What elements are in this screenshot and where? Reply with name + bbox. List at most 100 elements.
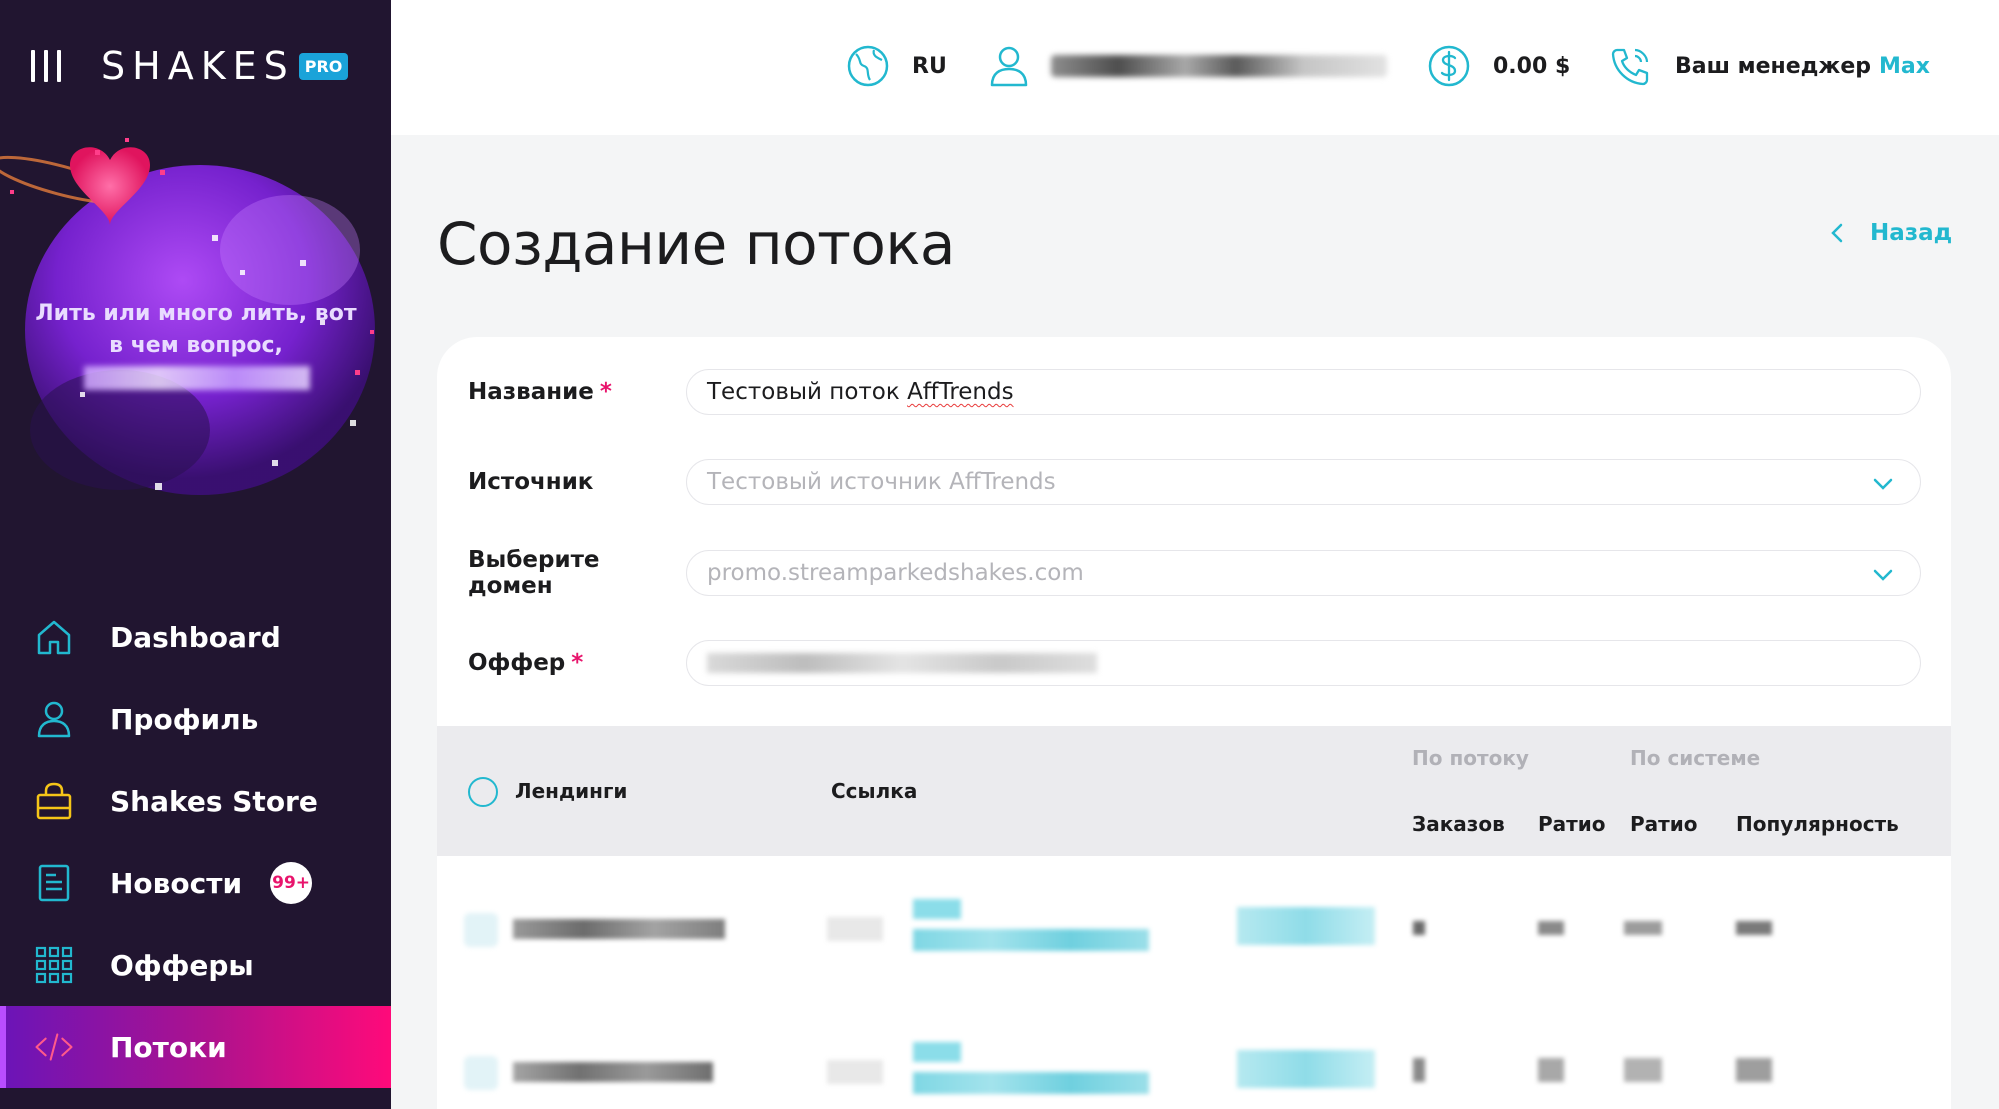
col-ratio-system[interactable]: Ратио [1630, 812, 1698, 836]
col-ratio-stream[interactable]: Ратио [1538, 812, 1606, 836]
balance-display[interactable]: 0.00 $ [1427, 44, 1570, 88]
row-ratio-redacted [1538, 1058, 1564, 1082]
top-header: RU 0.00 $ Ваш менеджер Max [391, 0, 1999, 135]
row-icons-redacted [827, 917, 883, 941]
form-row-offer: Оффер * [468, 640, 1921, 686]
row-checkbox-redacted[interactable] [464, 913, 498, 947]
menu-toggle-icon[interactable] [31, 50, 61, 82]
offer-label: Оффер * [468, 650, 584, 676]
name-label: Название * [468, 379, 612, 405]
row-link-redacted [913, 1042, 961, 1062]
row-checkbox-redacted[interactable] [464, 1056, 498, 1090]
promo-text: Лить или много лить, вот в чем вопрос, [35, 301, 357, 358]
row-ratio-redacted [1624, 1058, 1662, 1082]
required-mark: * [599, 379, 612, 405]
logo-pro-badge: PRO [298, 52, 349, 80]
sidebar-item-streams[interactable]: Потоки [0, 1006, 391, 1088]
table-row[interactable] [437, 899, 1951, 959]
manager-contact[interactable]: Ваш менеджер Max [1609, 44, 1930, 88]
col-landings: Лендинги [515, 779, 628, 803]
manager-name[interactable]: Max [1879, 54, 1930, 79]
sidebar-item-news[interactable]: Новости 99+ [0, 842, 391, 924]
domain-label: Выберите домен [468, 547, 600, 599]
page-title: Создание потока [437, 210, 955, 278]
group-by-system: По системе [1630, 746, 1761, 770]
sidebar-item-label: Профиль [110, 702, 259, 736]
user-name-redacted [1051, 55, 1387, 77]
spellcheck-word: AffTrends [907, 379, 1014, 405]
sidebar-item-label: Потоки [110, 1030, 227, 1064]
source-select-placeholder: Тестовый источник AffTrends [707, 469, 1056, 495]
row-name-redacted [513, 1062, 713, 1082]
group-by-stream: По потоку [1412, 746, 1529, 770]
language-label: RU [912, 53, 947, 79]
form-row-source: Источник Тестовый источник AffTrends [468, 459, 1921, 505]
sidebar-nav: Dashboard Профиль Shakes Store Новости 9… [0, 596, 391, 1088]
form-row-domain: Выберите домен promo.streamparkedshakes.… [468, 547, 1921, 599]
row-ratio-redacted [1538, 921, 1564, 935]
chevron-left-icon [1831, 223, 1843, 243]
sidebar-item-label: Офферы [110, 948, 254, 982]
promo-redacted-text [84, 366, 310, 390]
news-count-badge: 99+ [270, 862, 313, 904]
row-link-redacted[interactable] [913, 1072, 1149, 1094]
row-button-redacted[interactable] [1237, 907, 1375, 945]
select-all-landings-radio[interactable] [468, 777, 498, 807]
user-menu[interactable] [989, 44, 1387, 88]
stream-form-card: Название * Тестовый поток AffTrends Источ… [437, 337, 1951, 1109]
sidebar-item-dashboard[interactable]: Dashboard [0, 596, 391, 678]
sidebar-item-profile[interactable]: Профиль [0, 678, 391, 760]
news-icon [34, 863, 74, 903]
back-button[interactable]: Назад [1830, 220, 1952, 246]
sidebar-item-offers[interactable]: Офферы [0, 924, 391, 1006]
globe-icon [847, 45, 889, 87]
promo-banner[interactable]: Лить или много лить, вот в чем вопрос, [0, 130, 391, 550]
code-icon [34, 1027, 74, 1067]
back-label: Назад [1870, 220, 1953, 246]
grid-icon [34, 945, 74, 985]
form-row-name: Название * Тестовый поток AffTrends [468, 369, 1921, 415]
home-icon [34, 617, 74, 657]
sidebar-item-shakes-store[interactable]: Shakes Store [0, 760, 391, 842]
dollar-icon [1428, 45, 1470, 87]
row-name-redacted [513, 919, 725, 939]
app-logo[interactable]: SHAKES PRO [101, 44, 349, 88]
row-button-redacted[interactable] [1237, 1050, 1375, 1088]
source-select[interactable]: Тестовый источник AffTrends [686, 459, 1921, 505]
user-icon [990, 46, 1028, 87]
offer-value-redacted [707, 653, 1097, 673]
sidebar: SHAKES PRO Лить или много лить, вот в че… [0, 0, 391, 1109]
col-orders[interactable]: Заказов [1412, 812, 1505, 836]
logo-text: SHAKES [101, 44, 295, 88]
landings-table-header: Лендинги Ссылка По потоку По системе Зак… [437, 726, 1951, 856]
row-orders-redacted [1413, 1058, 1425, 1082]
row-link-redacted [913, 899, 961, 919]
row-ratio-redacted [1624, 921, 1662, 935]
sidebar-item-label: Dashboard [110, 620, 281, 654]
balance-value: 0.00 $ [1493, 53, 1571, 79]
source-label: Источник [468, 469, 594, 495]
phone-icon [1611, 48, 1649, 86]
row-orders-redacted [1413, 921, 1425, 935]
sidebar-item-label: Shakes Store [110, 784, 318, 818]
manager-label: Ваш менеджер [1675, 53, 1871, 79]
required-mark: * [571, 650, 584, 676]
chevron-down-icon [1873, 569, 1893, 581]
sidebar-item-label: Новости [110, 866, 243, 900]
shopping-bag-icon [34, 781, 74, 821]
domain-select[interactable]: promo.streamparkedshakes.com [686, 550, 1921, 596]
user-icon [34, 699, 74, 739]
col-link: Ссылка [831, 779, 918, 803]
chevron-down-icon [1873, 478, 1893, 490]
row-popularity-redacted [1736, 1058, 1772, 1082]
col-popularity[interactable]: Популярность [1736, 812, 1899, 836]
row-popularity-redacted [1736, 921, 1772, 935]
language-switcher[interactable]: RU [846, 44, 947, 88]
offer-select[interactable] [686, 640, 1921, 686]
domain-select-placeholder: promo.streamparkedshakes.com [707, 560, 1084, 586]
row-icons-redacted [827, 1060, 883, 1084]
table-row[interactable] [437, 1042, 1951, 1102]
row-link-redacted[interactable] [913, 929, 1149, 951]
name-input-value: Тестовый поток AffTrends [707, 379, 1014, 405]
name-input[interactable]: Тестовый поток AffTrends [686, 369, 1921, 415]
